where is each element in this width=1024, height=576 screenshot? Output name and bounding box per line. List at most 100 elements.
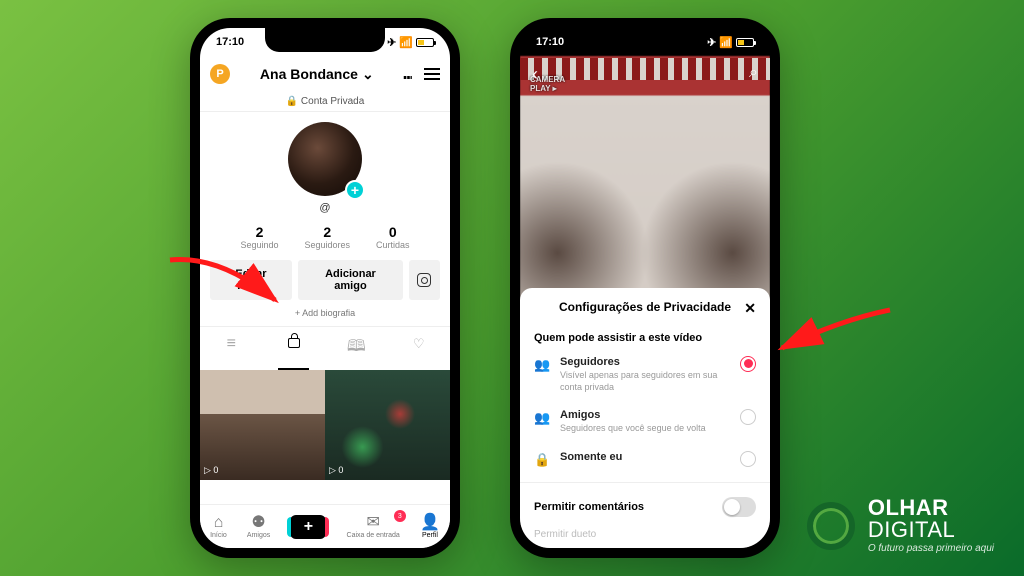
nav-friends-label: Amigos [247,532,270,539]
option-friends-sub: Seguidores que você segue de volta [560,421,730,435]
feed-icon: ≡ [227,335,236,352]
option-friends-label: Amigos [560,409,730,421]
logo-brand-2: DIGITAL [868,517,955,542]
add-friend-button[interactable]: Adicionar amigo [298,260,403,300]
likes-count: 0 [376,224,410,240]
inbox-badge: 3 [394,510,406,522]
nav-home-label: Início [210,532,227,539]
private-account-badge: 🔒 Conta Privada [200,92,450,112]
nav-profile-label: Perfil [422,532,438,539]
following-label: Seguindo [240,240,278,250]
add-bio-button[interactable]: + Add biografia [200,308,450,326]
lock-icon [288,338,300,348]
hamburger-icon[interactable] [424,68,440,80]
followers-stat[interactable]: 2 Seguidores [304,224,350,250]
username: @ [200,202,450,220]
option-followers-label: Seguidores [560,356,730,368]
phone-frame-right: 17:10 ✈ 📶 ‹ ⌕ CAMERA PLAY ▸ Configuraçõe… [510,18,780,558]
profile-header: P Ana Bondance ⌄ ⑉ [200,56,450,92]
avatar-badge[interactable]: P [210,64,230,84]
inbox-icon: ✉ [347,514,400,532]
following-stat[interactable]: 2 Seguindo [240,224,278,250]
notch [265,28,385,52]
logo-tagline: O futuro passa primeiro aqui [868,543,994,554]
tab-private[interactable] [263,327,326,370]
footprint-icon[interactable]: ⑉ [404,66,412,82]
close-icon[interactable]: ✕ [744,300,756,317]
instagram-button[interactable] [409,260,440,300]
search-icon[interactable]: ⌕ [749,64,758,82]
stats-row: 2 Seguindo 2 Seguidores 0 Curtidas [200,220,450,260]
radio-followers[interactable] [740,356,756,372]
bookmark-icon: 🕮 [347,338,366,355]
option-followers-sub: Visível apenas para seguidores em sua co… [560,368,730,393]
nav-profile[interactable]: 👤 Perfil [420,514,440,539]
friends-option-icon: 👥 [534,409,550,426]
radio-only-me[interactable] [740,451,756,467]
airplane-icon: ✈ [707,36,716,49]
wifi-icon: 📶 [399,36,413,49]
privacy-sheet: Configurações de Privacidade ✕ Quem pode… [520,288,770,548]
olhar-digital-logo: OLHAR DIGITAL O futuro passa primeiro aq… [807,497,994,554]
lock-option-icon: 🔒 [534,451,550,468]
option-friends[interactable]: 👥 Amigos Seguidores que você segue de vo… [534,401,756,443]
status-icons: ✈ 📶 [387,36,434,49]
wifi-icon: 📶 [719,36,733,49]
battery-icon [736,38,754,47]
nav-home[interactable]: ⌂ Início [210,514,227,539]
option-followers[interactable]: 👥 Seguidores Visível apenas para seguido… [534,348,756,401]
screen-right: 17:10 ✈ 📶 ‹ ⌕ CAMERA PLAY ▸ Configuraçõe… [520,28,770,548]
profile-name-label: Ana Bondance [260,66,358,82]
option-only-me[interactable]: 🔒 Somente eu [534,443,756,476]
airplane-icon: ✈ [387,36,396,49]
sheet-section-header: Quem pode assistir a este vídeo [534,324,756,348]
tab-liked[interactable] [388,327,451,370]
sheet-title: Configurações de Privacidade [559,300,731,314]
profile-name-dropdown[interactable]: Ana Bondance ⌄ [260,66,374,83]
screen-left: 17:10 ✈ 📶 P Ana Bondance ⌄ ⑉ 🔒 Conta Pri… [200,28,450,548]
tab-feed[interactable]: ≡ [200,327,263,370]
chevron-down-icon: ⌄ [362,66,374,83]
allow-comments-row: Permitir comentários [534,489,756,525]
allow-comments-toggle[interactable] [722,497,756,517]
nav-create-button[interactable]: + [290,515,326,539]
action-buttons: Editar Perfil Adicionar amigo [200,260,450,308]
notch [585,28,705,52]
battery-icon [416,38,434,47]
nav-friends[interactable]: ⚉ Amigos [247,514,270,539]
profile-icon: 👤 [420,514,440,532]
phone-frame-left: 17:10 ✈ 📶 P Ana Bondance ⌄ ⑉ 🔒 Conta Pri… [190,18,460,558]
heart-icon [413,335,425,347]
tab-saved[interactable]: 🕮 [325,327,388,370]
nav-inbox[interactable]: ✉ 3 Caixa de entrada [347,514,400,539]
video-grid: ▷ 0 ▷ 0 [200,370,450,480]
friends-icon: ⚉ [247,514,270,532]
video-views-1: ▷ 0 [204,465,218,476]
sheet-title-row: Configurações de Privacidade ✕ [534,300,756,324]
likes-stat[interactable]: 0 Curtidas [376,224,410,250]
avatar-container: + [200,112,450,202]
option-only-me-label: Somente eu [560,451,730,463]
nav-inbox-label: Caixa de entrada [347,532,400,539]
add-story-icon[interactable]: + [345,180,365,200]
back-button[interactable]: ‹ [532,64,538,85]
followers-label: Seguidores [304,240,350,250]
home-icon: ⌂ [210,514,227,532]
divider [520,482,770,483]
status-time: 17:10 [536,36,564,48]
logo-ring-icon [807,502,855,550]
bottom-nav: ⌂ Início ⚉ Amigos + ✉ 3 Caixa de entrada… [200,504,450,548]
video-views-2: ▷ 0 [329,465,343,476]
status-time: 17:10 [216,36,244,48]
video-thumb-2[interactable]: ▷ 0 [325,370,450,480]
annotation-arrow-right [770,300,900,385]
likes-label: Curtidas [376,240,410,250]
video-thumb-1[interactable]: ▷ 0 [200,370,325,480]
followers-count: 2 [304,224,350,240]
allow-duet-row: Permitir dueto [534,525,756,540]
followers-icon: 👥 [534,356,550,373]
radio-friends[interactable] [740,409,756,425]
edit-profile-button[interactable]: Editar Perfil [210,260,292,300]
watermark-line2: PLAY ▸ [530,85,565,94]
instagram-icon [417,273,431,287]
